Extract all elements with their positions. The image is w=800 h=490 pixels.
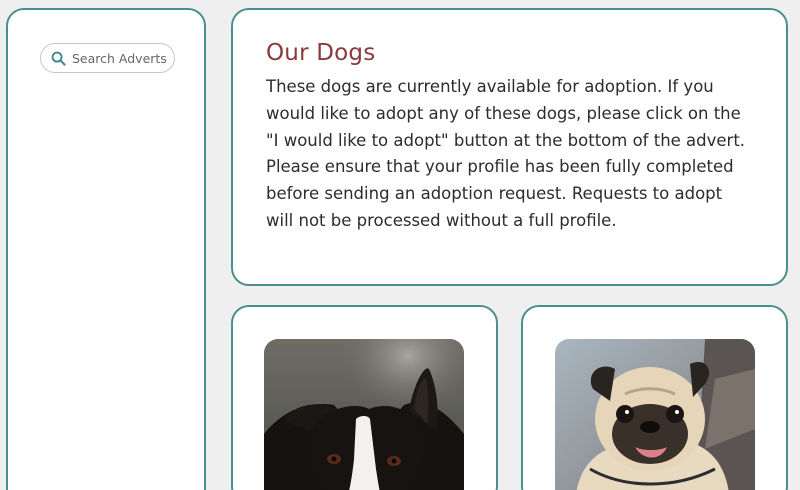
page: Our Dogs These dogs are currently availa… <box>0 0 800 490</box>
search-icon <box>51 51 66 66</box>
search-box[interactable] <box>40 43 175 73</box>
search-input[interactable] <box>72 50 172 66</box>
dog-advert-card <box>521 305 788 490</box>
intro-card: Our Dogs These dogs are currently availa… <box>231 8 788 286</box>
border-collie-photo[interactable] <box>264 339 464 490</box>
dog-advert-card <box>231 305 498 490</box>
pug-photo[interactable] <box>555 339 755 490</box>
intro-text: These dogs are currently available for a… <box>266 77 746 230</box>
page-title: Our Dogs <box>266 40 376 66</box>
sidebar <box>6 8 206 490</box>
